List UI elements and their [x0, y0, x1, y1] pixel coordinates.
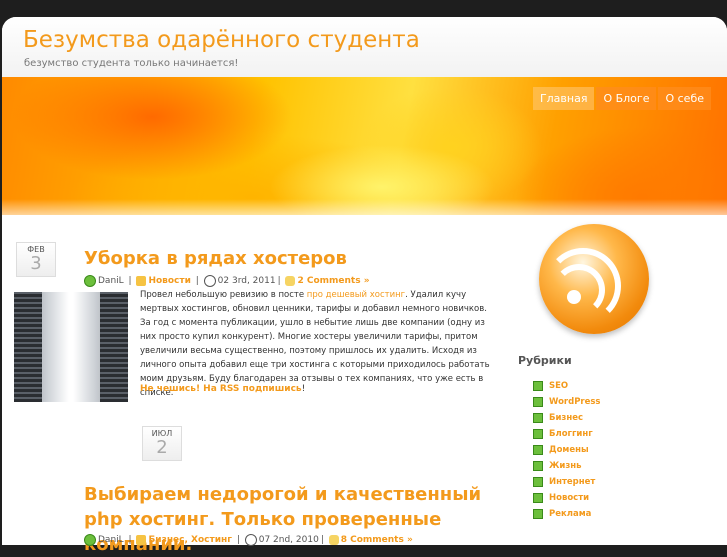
post-meta: DaniL | Бизнес, Хостинг | 07 2nd, 2010 |… — [84, 534, 413, 546]
category-item[interactable]: Домены — [533, 442, 601, 458]
bullet-icon — [533, 429, 543, 439]
site-tagline: безумство студента только начинается! — [24, 58, 239, 69]
clock-icon — [244, 534, 257, 546]
post-excerpt-text: Провел небольшую ревизию в посте — [140, 290, 307, 300]
nav-about-blog[interactable]: О Блоге — [596, 87, 657, 110]
post-day: 3 — [30, 253, 42, 274]
category-label[interactable]: Новости — [549, 493, 589, 503]
category-label[interactable]: Бизнес — [549, 413, 583, 423]
site-header: Безумства одарённого студента безумство … — [2, 17, 727, 77]
category-label[interactable]: Реклама — [549, 509, 591, 519]
author-icon — [84, 275, 96, 287]
rss-subscribe-tail: ! — [301, 384, 306, 394]
rss-subscribe-link[interactable]: Не чешись! На RSS подпишись — [140, 384, 302, 394]
post-excerpt-text: . Удалил кучу мертвых хостингов, обновил… — [140, 290, 490, 398]
category-item[interactable]: SEO — [533, 378, 601, 394]
nav-about-me[interactable]: О себе — [658, 87, 711, 110]
post-date: 02 3rd, 2011 — [217, 276, 276, 286]
server-rack — [14, 292, 42, 402]
bullet-icon — [533, 509, 543, 519]
rss-feed-icon[interactable] — [539, 224, 649, 334]
category-label[interactable]: SEO — [549, 381, 568, 391]
nav-home[interactable]: Главная — [532, 87, 595, 110]
category-label[interactable]: Интернет — [549, 477, 595, 487]
header-banner: Главная О Блоге О себе — [2, 77, 727, 215]
category-item[interactable]: Блоггинг — [533, 426, 601, 442]
category-item[interactable]: Реклама — [533, 506, 601, 522]
post-date: 07 2nd, 2010 — [258, 535, 319, 545]
bullet-icon — [533, 397, 543, 407]
category-label[interactable]: Блоггинг — [549, 429, 593, 439]
rss-subscribe-line: Не чешись! На RSS подпишись! — [140, 384, 305, 394]
category-label[interactable]: WordPress — [549, 397, 601, 407]
post-meta: DaniL | Новости | 02 3rd, 2011 | 2 Comme… — [84, 275, 370, 287]
post-title[interactable]: Уборка в рядах хостеров — [84, 248, 347, 269]
post-comments[interactable]: 8 Comments » — [341, 535, 413, 545]
post-date-badge: ИЮЛ 2 — [142, 426, 182, 461]
comment-icon — [285, 276, 296, 286]
bullet-icon — [533, 493, 543, 503]
author-icon — [84, 534, 96, 546]
main-nav: Главная О Блоге О себе — [532, 87, 711, 110]
rss-arc — [553, 264, 605, 316]
post-author: DaniL — [98, 535, 124, 545]
post-thumbnail-server-room[interactable] — [14, 292, 128, 402]
post-category[interactable]: Новости — [148, 276, 190, 286]
category-icon — [136, 535, 147, 545]
comment-icon — [328, 535, 339, 545]
server-rack — [100, 292, 128, 402]
rss-dot — [567, 290, 581, 304]
post-day: 2 — [156, 437, 168, 458]
post-category[interactable]: Бизнес, Хостинг — [148, 535, 232, 545]
bullet-icon — [533, 381, 543, 391]
category-item[interactable]: WordPress — [533, 394, 601, 410]
bullet-icon — [533, 413, 543, 423]
category-label[interactable]: Домены — [549, 445, 589, 455]
category-item[interactable]: Жизнь — [533, 458, 601, 474]
clock-icon — [203, 275, 216, 287]
bullet-icon — [533, 477, 543, 487]
category-item[interactable]: Интернет — [533, 474, 601, 490]
post-author: DaniL — [98, 276, 124, 286]
bullet-icon — [533, 445, 543, 455]
post-comments[interactable]: 2 Comments » — [297, 276, 369, 286]
banner-shade — [2, 199, 727, 215]
site-title[interactable]: Безумства одарённого студента — [23, 27, 420, 53]
category-item[interactable]: Бизнес — [533, 410, 601, 426]
bullet-icon — [533, 461, 543, 471]
sidebar-categories-list: SEO WordPress Бизнес Блоггинг Домены Жиз… — [533, 378, 601, 522]
post-date-badge: ФЕВ 3 — [16, 242, 56, 277]
category-item[interactable]: Новости — [533, 490, 601, 506]
category-label[interactable]: Жизнь — [549, 461, 582, 471]
sidebar-categories-title: Рубрики — [518, 354, 572, 367]
category-icon — [136, 276, 147, 286]
post-inline-link[interactable]: про дешевый хостинг — [307, 290, 405, 300]
